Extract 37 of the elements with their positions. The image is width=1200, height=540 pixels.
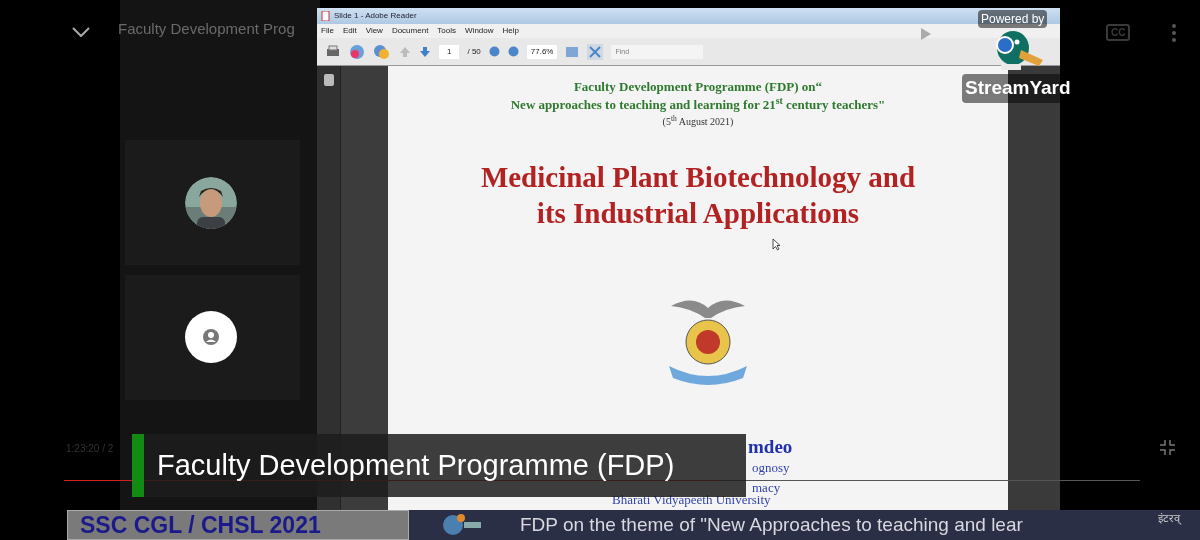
cursor-icon	[772, 238, 781, 251]
menu-item[interactable]: Edit	[342, 25, 357, 37]
exit-fullscreen-icon[interactable]	[1160, 440, 1175, 455]
slide-title: Medicinal Plant Biotechnology and	[480, 160, 916, 195]
menu-item[interactable]: Tools	[437, 25, 457, 37]
slide-heading: New approaches to teaching and learning for 21$^{st}$ century teachers"	[510, 96, 886, 114]
menu-item[interactable]: File	[321, 25, 334, 37]
page-icon[interactable]	[323, 74, 334, 86]
menu-item[interactable]: Help	[502, 25, 519, 37]
slide-heading: Faculty Development Programme (FDP) on“	[573, 78, 823, 96]
down-arrow-icon[interactable]	[419, 45, 431, 58]
page-count: / 50	[467, 45, 481, 58]
menu-item[interactable]: Document	[391, 25, 429, 37]
slide-date: (5$^{th}$ August 2021)	[662, 114, 734, 129]
channel-logo-icon	[442, 514, 482, 536]
menu-item[interactable]: View	[365, 25, 383, 37]
window-title: Slide 1 - Adobe Reader	[334, 10, 417, 22]
page-field[interactable]: 1	[439, 44, 460, 59]
ticker-badge-text: SSC CGL / CHSL 2021	[80, 510, 321, 540]
video-title: Faculty Development Prog	[118, 19, 295, 39]
zoom-field[interactable]: 77.6%	[526, 44, 558, 59]
slide-author: mdeo	[748, 437, 793, 457]
ticker-text: इंटरव्	[1158, 511, 1180, 527]
lower-third-accent	[132, 434, 144, 497]
more-icon[interactable]	[1172, 24, 1176, 42]
lower-third-text: Faculty Development Programme (FDP)	[157, 447, 675, 483]
slide-title: its Industrial Applications	[536, 196, 860, 231]
person-icon	[202, 328, 220, 346]
slide-text: macy	[752, 479, 781, 496]
up-arrow-icon[interactable]	[399, 45, 411, 58]
slide-text: ognosy	[752, 459, 790, 477]
ticker-headline: FDP on the theme of "New Approaches to teaching and lear	[520, 513, 1023, 537]
printer-icon[interactable]	[325, 44, 341, 59]
chevron-down-icon[interactable]	[72, 27, 90, 37]
menu-item[interactable]: Window	[465, 25, 494, 37]
play-icon[interactable]	[920, 27, 932, 41]
branding-text: Powered by	[978, 10, 1048, 28]
